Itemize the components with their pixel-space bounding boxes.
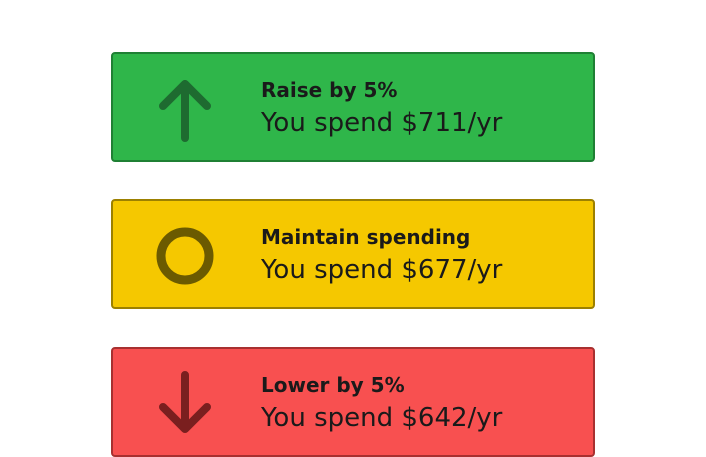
option-subtitle: You spend $677/yr [261, 255, 503, 285]
option-title: Raise by 5% [261, 78, 398, 102]
raise-option-button[interactable]: Raise by 5% You spend $711/yr [111, 52, 595, 162]
option-subtitle: You spend $711/yr [261, 108, 503, 138]
maintain-option-button[interactable]: Maintain spending You spend $677/yr [111, 199, 595, 309]
lower-option-button[interactable]: Lower by 5% You spend $642/yr [111, 347, 595, 457]
arrow-up-icon [155, 76, 215, 142]
option-title: Lower by 5% [261, 373, 405, 397]
arrow-down-icon [155, 371, 215, 437]
option-title: Maintain spending [261, 225, 471, 249]
option-subtitle: You spend $642/yr [261, 403, 503, 433]
circle-icon [155, 223, 215, 289]
